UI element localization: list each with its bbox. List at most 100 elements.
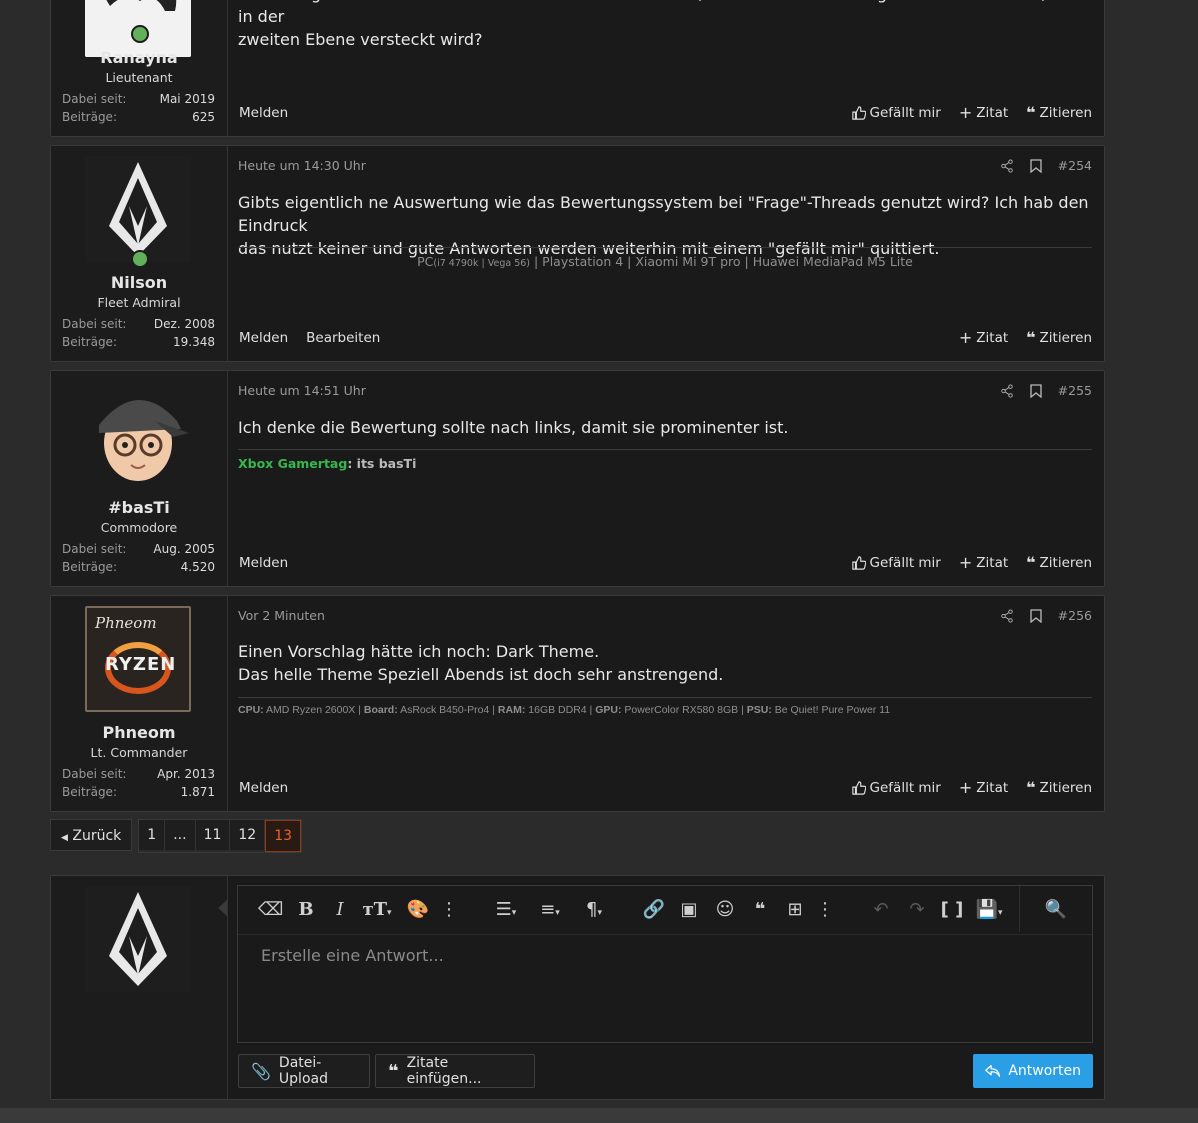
avatar-basti[interactable] (85, 381, 191, 487)
text-size-icon[interactable]: тT▾ (360, 898, 394, 922)
reply-user-column (51, 876, 228, 1099)
quote-button[interactable]: + Zitat (959, 328, 1008, 347)
plus-icon: + (958, 778, 973, 797)
insert-quotes-button[interactable]: ❝ Zitate einfügen... (375, 1054, 535, 1088)
report-link[interactable]: Melden (239, 555, 288, 571)
reply-submit-button[interactable]: Antworten (973, 1054, 1093, 1088)
post-signature: PC(i7 4790k | Vega 56) | Playstation 4 |… (238, 247, 1092, 269)
page-list: 1 ... 11 12 13 (138, 819, 303, 853)
username[interactable]: Ranayna (51, 48, 227, 67)
bookmark-icon[interactable] (1030, 158, 1042, 173)
post-user-column: Phneom RYZEN Phneom Lt. Commander Dabei … (51, 596, 228, 811)
cite-button[interactable]: ❝ Zitieren (1026, 103, 1092, 122)
cite-button[interactable]: ❝ Zitieren (1026, 328, 1092, 347)
post-number[interactable]: #255 (1058, 383, 1092, 398)
post-actions: Melden Gefällt mir + Zitat ❝ Zitieren (239, 103, 1092, 122)
post-phneom: Phneom RYZEN Phneom Lt. Commander Dabei … (50, 595, 1105, 812)
bold-icon[interactable]: B (294, 898, 318, 922)
page-link[interactable]: 11 (195, 820, 231, 850)
bookmark-icon[interactable] (1030, 383, 1042, 398)
post-meta: Heute um 14:30 Uhr #254 (238, 158, 1092, 173)
cite-button[interactable]: ❝ Zitieren (1026, 778, 1092, 797)
cite-button[interactable]: ❝ Zitieren (1026, 553, 1092, 572)
like-button[interactable]: Gefällt mir (851, 780, 941, 796)
more-vertical-icon[interactable]: ⋮ (813, 898, 837, 922)
smiley-icon[interactable]: ☺ (713, 898, 737, 922)
report-link[interactable]: Melden (239, 780, 288, 796)
post-actions: Melden Gefällt mir + Zitat ❝ Zitieren (239, 778, 1092, 797)
post-ranayna: Ranayna Lieutenant Dabei seit: Mai 2019 B… (50, 0, 1105, 137)
post-user-column: Ranayna Lieutenant Dabei seit: Mai 2019 B… (51, 0, 228, 136)
avatar-text: Phneom (95, 614, 157, 632)
image-icon[interactable]: ▣ (677, 898, 701, 922)
like-button[interactable]: Gefällt mir (851, 555, 941, 571)
eraser-icon[interactable]: ⌫ (258, 898, 283, 922)
post-user-column: Nilson Fleet Admiral Dabei seit: Dez. 200… (51, 146, 228, 361)
quote-button[interactable]: + Zitat (959, 778, 1008, 797)
report-link[interactable]: Melden (239, 330, 288, 346)
stat-posts: Beiträge: 625 (62, 110, 215, 124)
align-icon[interactable]: ≡▾ (534, 898, 566, 922)
current-page[interactable]: 13 (265, 820, 302, 852)
list-icon[interactable]: ☰▾ (490, 898, 522, 922)
username[interactable]: Nilson (51, 273, 227, 292)
undo-icon[interactable]: ↶ (869, 898, 893, 922)
quote-icon: ❝ (1026, 328, 1036, 347)
file-upload-button[interactable]: 📎 Datei-Upload (238, 1054, 370, 1088)
quote-icon: ❝ (1026, 778, 1036, 797)
quote-button[interactable]: + Zitat (959, 553, 1008, 572)
reply-textarea[interactable]: Erstelle eine Antwort... (261, 946, 444, 965)
post-basti: #basTi Commodore Dabei seit: Aug. 2005 Be… (50, 370, 1105, 587)
plus-icon: + (958, 553, 973, 572)
avatar-phneom[interactable]: Phneom RYZEN (85, 606, 191, 712)
code-brackets-icon[interactable]: [ ] (940, 898, 964, 922)
like-button[interactable]: Gefällt mir (851, 105, 941, 121)
post-time[interactable]: Heute um 14:30 Uhr (238, 158, 366, 173)
post-user-column: #basTi Commodore Dabei seit: Aug. 2005 Be… (51, 371, 228, 586)
paperclip-icon: 📎 (251, 1061, 271, 1081)
page-link[interactable]: 1 (139, 820, 166, 850)
redo-icon[interactable]: ↷ (905, 898, 929, 922)
save-draft-icon[interactable]: 💾▾ (973, 898, 1005, 922)
avatar-nilson[interactable] (85, 156, 191, 262)
post-message: Ich denke die Bewertung sollte nach link… (238, 418, 789, 437)
paragraph-icon[interactable]: ¶▾ (578, 898, 610, 922)
prev-page-button[interactable]: ◀ Zurück (50, 819, 133, 851)
thumbs-up-icon (851, 555, 866, 570)
quote-icon: ❝ (1026, 553, 1036, 572)
stat-joined: Dabei seit: Apr. 2013 (62, 767, 215, 781)
post-time[interactable]: Vor 2 Minuten (238, 608, 325, 623)
post-message: Einen Vorschlag hätte ich noch: Dark The… (238, 642, 724, 684)
post-message: Ist es möglich es so einzustellen das de… (238, 0, 1091, 49)
quote-icon: ❝ (388, 1060, 399, 1082)
quote-button[interactable]: + Zitat (959, 103, 1008, 122)
palette-icon[interactable]: 🎨 (406, 898, 430, 922)
italic-icon[interactable]: I (328, 898, 352, 922)
username[interactable]: #basTi (51, 498, 227, 517)
post-number[interactable]: #256 (1058, 608, 1092, 623)
share-icon[interactable] (1000, 608, 1014, 623)
thumbs-up-icon (851, 105, 866, 120)
online-status-icon (131, 25, 149, 43)
post-time[interactable]: Heute um 14:51 Uhr (238, 383, 366, 398)
stat-joined: Dabei seit: Dez. 2008 (62, 317, 215, 331)
username[interactable]: Phneom (51, 723, 227, 742)
report-link[interactable]: Melden (239, 105, 288, 121)
my-avatar[interactable] (85, 886, 191, 992)
table-icon[interactable]: ⊞ (783, 898, 807, 922)
user-rank: Commodore (100, 520, 178, 535)
preview-icon[interactable]: 🔍 (1044, 898, 1068, 922)
share-icon[interactable] (1000, 383, 1014, 398)
post-number[interactable]: #254 (1058, 158, 1092, 173)
stat-joined: Dabei seit: Aug. 2005 (62, 542, 215, 556)
page-link[interactable]: 12 (230, 820, 266, 850)
edit-link[interactable]: Bearbeiten (306, 330, 380, 346)
bookmark-icon[interactable] (1030, 608, 1042, 623)
quote-icon[interactable]: ❝ (748, 898, 772, 922)
link-icon[interactable]: 🔗 (642, 898, 666, 922)
more-vertical-icon[interactable]: ⋮ (437, 898, 461, 922)
share-icon[interactable] (1000, 158, 1014, 173)
user-rank: Lt. Commander (90, 745, 188, 760)
page-ellipsis[interactable]: ... (165, 820, 196, 850)
post-nilson: Nilson Fleet Admiral Dabei seit: Dez. 200… (50, 145, 1105, 362)
